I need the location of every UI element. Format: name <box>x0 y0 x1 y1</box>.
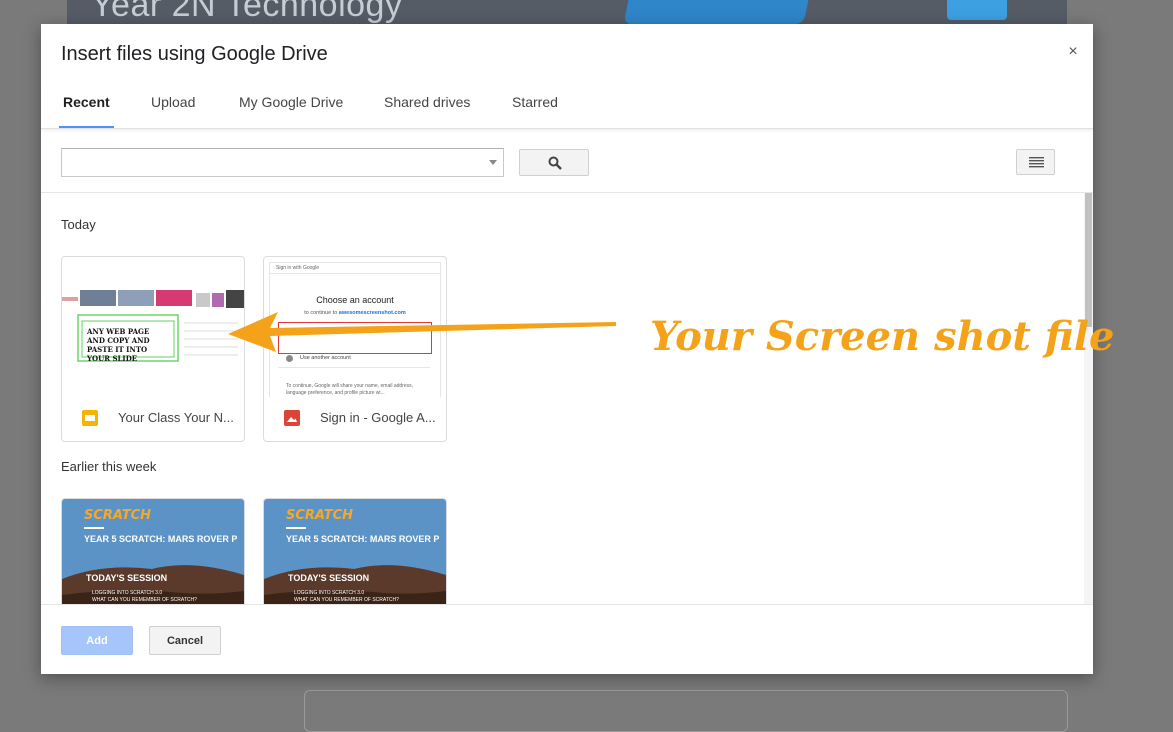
tab-shared-drives[interactable]: Shared drives <box>384 94 470 128</box>
search-toolbar <box>41 129 1093 193</box>
banner-decoration <box>623 0 811 24</box>
tab-upload[interactable]: Upload <box>151 94 195 128</box>
thumbnail-bullet: WHAT CAN YOU REMEMBER OF SCRATCH? <box>92 597 197 603</box>
background-card <box>304 690 1068 732</box>
tab-bar: Recent Upload My Google Drive Shared dri… <box>41 84 1093 129</box>
file-thumbnail: SCRATCH YEAR 5 SCRATCH: MARS ROVER P TOD… <box>62 499 244 604</box>
annotation-arrow-icon <box>228 312 616 352</box>
file-card[interactable]: SCRATCH YEAR 5 SCRATCH: MARS ROVER P TOD… <box>61 498 245 604</box>
thumbnail-text: TODAY'S SESSION <box>288 573 370 583</box>
annotation-text: Your Screen shot file <box>650 313 1115 360</box>
thumbnail-heading: YEAR 5 SCRATCH: MARS ROVER P <box>84 534 238 544</box>
background-banner: Year 2N Technology <box>67 0 1067 24</box>
dialog-title: Insert files using Google Drive <box>61 43 328 65</box>
list-view-button[interactable] <box>1016 149 1055 175</box>
chevron-down-icon[interactable] <box>489 160 497 165</box>
thumbnail-text: To continue, Google will share your name… <box>286 383 414 396</box>
section-label-earlier: Earlier this week <box>61 459 157 474</box>
file-name: Your Class Your N... <box>118 410 234 425</box>
cancel-button[interactable]: Cancel <box>149 626 221 655</box>
file-card[interactable]: ANY WEB PAGE AND COPY AND PASTE IT INTO … <box>61 256 245 442</box>
thumbnail-bullet: LOGGING INTO SCRATCH 3.0 <box>92 590 163 596</box>
search-icon <box>548 156 562 170</box>
tab-starred[interactable]: Starred <box>512 94 558 128</box>
scrollbar[interactable] <box>1084 193 1093 604</box>
thumbnail-text: ANY WEB PAGE AND COPY AND PASTE IT INTO … <box>87 327 150 363</box>
thumbnail-bullet: LOGGING INTO SCRATCH 3.0 <box>294 590 365 596</box>
file-name: Sign in - Google A... <box>320 410 436 425</box>
thumbnail-text: Sign in with Google <box>276 265 320 271</box>
file-card[interactable]: SCRATCH YEAR 5 SCRATCH: MARS ROVER P TOD… <box>263 498 447 604</box>
search-input[interactable] <box>66 149 480 176</box>
tab-recent[interactable]: Recent <box>59 94 114 128</box>
scratch-logo: SCRATCH <box>84 508 152 523</box>
search-button[interactable] <box>519 149 589 176</box>
scrollbar-thumb[interactable] <box>1085 193 1092 327</box>
background-banner-title: Year 2N Technology <box>91 0 403 24</box>
list-view-icon <box>1029 157 1044 168</box>
thumbnail-heading: YEAR 5 SCRATCH: MARS ROVER P <box>286 534 440 544</box>
file-list: Today ANY WEB PAGE AND COPY AND PASTE IT… <box>41 193 1083 604</box>
add-button[interactable]: Add <box>61 626 133 655</box>
thumbnail-text: TODAY'S SESSION <box>86 573 168 583</box>
image-icon <box>284 410 300 426</box>
file-thumbnail: SCRATCH YEAR 5 SCRATCH: MARS ROVER P TOD… <box>264 499 446 604</box>
thumbnail-bullet: WHAT CAN YOU REMEMBER OF SCRATCH? <box>294 597 399 603</box>
scratch-logo: SCRATCH <box>286 508 354 523</box>
file-thumbnail: ANY WEB PAGE AND COPY AND PASTE IT INTO … <box>62 257 244 397</box>
search-combobox[interactable] <box>61 148 504 177</box>
slides-icon <box>82 410 98 426</box>
banner-decoration <box>947 0 1007 20</box>
section-label-today: Today <box>61 217 96 232</box>
dialog-footer: Add Cancel <box>41 604 1093 675</box>
tab-my-google-drive[interactable]: My Google Drive <box>239 94 343 128</box>
close-icon[interactable]: × <box>1063 42 1083 62</box>
